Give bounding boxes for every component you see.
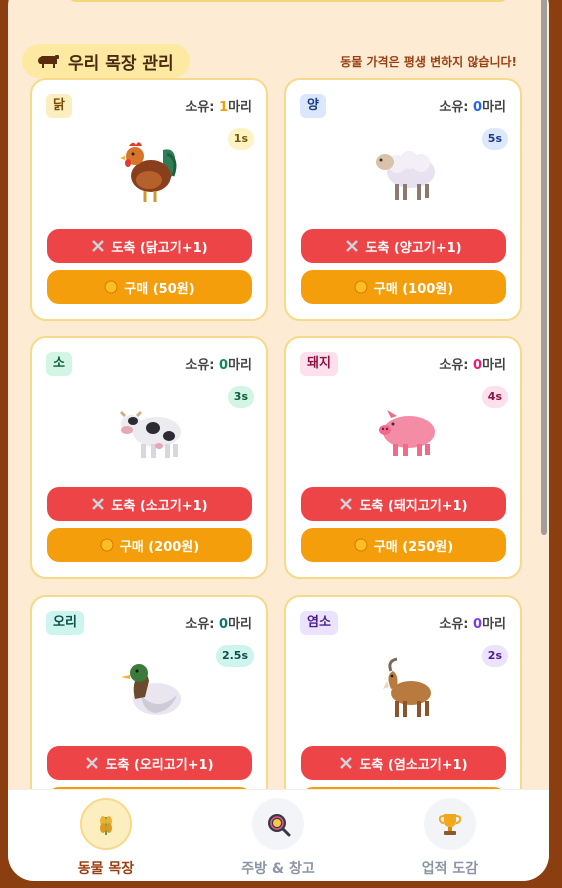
owned-count: 소유: 1마리 <box>185 96 252 115</box>
frying-pan-icon <box>268 814 291 837</box>
slaughter-button[interactable]: 도축 (소고기+1) <box>47 487 252 521</box>
coin-icon <box>104 280 118 294</box>
crossed-swords-icon <box>92 240 105 252</box>
crossed-swords-icon <box>340 757 353 769</box>
pig-icon <box>379 410 435 456</box>
duck-icon <box>121 664 181 715</box>
animal-name-badge: 염소 <box>300 611 338 635</box>
owned-number: 0 <box>219 358 229 373</box>
production-timer: 2.5s <box>215 645 254 667</box>
slaughter-label: 도축 (양고기+1) <box>365 240 462 256</box>
animal-name-badge: 닭 <box>46 94 72 118</box>
owned-suffix: 마리 <box>228 100 252 115</box>
owned-suffix: 마리 <box>482 617 506 632</box>
owned-count: 소유: 0마리 <box>439 354 506 373</box>
owned-suffix: 마리 <box>482 100 506 115</box>
sheep-icon <box>376 151 435 200</box>
owned-suffix: 마리 <box>228 358 252 373</box>
buy-label: 구매 (50원) <box>124 281 195 297</box>
slaughter-button[interactable]: 도축 (돼지고기+1) <box>301 487 506 521</box>
production-timer: 3s <box>227 386 254 408</box>
animal-name-badge: 돼지 <box>300 352 338 376</box>
owned-number: 0 <box>219 617 229 632</box>
crossed-swords-icon <box>340 498 353 510</box>
production-timer: 2s <box>481 645 508 667</box>
bottom-nav: 동물 목장 주방 & 창고 업적 도감 <box>8 789 549 881</box>
owned-count: 소유: 0마리 <box>185 613 252 632</box>
buy-label: 구매 (100원) <box>373 281 454 297</box>
trophy-icon <box>438 814 462 835</box>
price-notice: 동물 가격은 평생 변하지 않습니다! <box>340 54 517 69</box>
slaughter-button[interactable]: 도축 (오리고기+1) <box>47 746 252 780</box>
slaughter-label: 도축 (닭고기+1) <box>111 240 208 256</box>
crossed-swords-icon <box>86 757 99 769</box>
nav-icon-circle <box>424 798 476 850</box>
nav-icon-circle <box>80 798 132 850</box>
owned-number: 0 <box>473 617 483 632</box>
coin-icon <box>354 280 368 294</box>
animal-name-badge: 양 <box>300 94 326 118</box>
owned-prefix: 소유: <box>185 617 220 632</box>
coin-icon <box>354 538 368 552</box>
buy-button[interactable]: 구매 (200원) <box>47 528 252 562</box>
owned-number: 0 <box>473 100 483 115</box>
buy-button[interactable]: 구매 (100원) <box>301 270 506 304</box>
owned-prefix: 소유: <box>439 617 474 632</box>
slaughter-button[interactable]: 도축 (닭고기+1) <box>47 229 252 263</box>
cow-icon <box>119 410 181 458</box>
animal-card-sheep: 양 소유: 0마리 5s 도축 (양고기+1) 구매 (100원) <box>284 78 522 321</box>
owned-prefix: 소유: <box>185 100 220 115</box>
production-timer: 4s <box>481 386 508 408</box>
rooster-icon <box>120 142 177 202</box>
animal-name-badge: 소 <box>46 352 72 376</box>
nav-item-kitchen[interactable]: 주방 & 창고 <box>218 798 338 878</box>
previous-panel-edge <box>68 0 508 2</box>
owned-number: 0 <box>473 358 483 373</box>
nav-item-farm[interactable]: 동물 목장 <box>46 798 166 878</box>
goat-icon <box>383 657 431 717</box>
section-header: 우리 목장 관리 동물 가격은 평생 변하지 않습니다! <box>22 42 517 80</box>
animal-card-chicken: 닭 소유: 1마리 1s 도축 (닭고기+1) 구매 (50원) <box>30 78 268 321</box>
nav-item-achievements[interactable]: 업적 도감 <box>390 798 510 878</box>
buy-button[interactable]: 구매 (50원) <box>47 270 252 304</box>
nav-label-achievements: 업적 도감 <box>421 861 479 877</box>
owned-suffix: 마리 <box>482 358 506 373</box>
buy-button[interactable]: 구매 (250원) <box>301 528 506 562</box>
cow-silhouette-icon <box>38 55 59 68</box>
animal-card-cow: 소 소유: 0마리 3s 도축 (소고기+1) 구매 (200원) <box>30 336 268 579</box>
slaughter-label: 도축 (돼지고기+1) <box>359 498 468 514</box>
slaughter-button[interactable]: 도축 (양고기+1) <box>301 229 506 263</box>
owned-count: 소유: 0마리 <box>439 613 506 632</box>
animal-card-pig: 돼지 소유: 0마리 4s 도축 (돼지고기+1) 구매 (250원) <box>284 336 522 579</box>
slaughter-button[interactable]: 도축 (염소고기+1) <box>301 746 506 780</box>
production-timer: 5s <box>481 128 508 150</box>
buy-label: 구매 (200원) <box>119 539 200 555</box>
crossed-swords-icon <box>346 240 359 252</box>
buy-label: 구매 (250원) <box>373 539 454 555</box>
slaughter-label: 도축 (소고기+1) <box>111 498 208 514</box>
owned-suffix: 마리 <box>228 617 252 632</box>
nav-label-farm: 동물 목장 <box>77 861 135 877</box>
crossed-swords-icon <box>92 498 105 510</box>
owned-prefix: 소유: <box>185 358 220 373</box>
page-title: 우리 목장 관리 <box>68 53 174 74</box>
wheat-icon <box>100 816 112 835</box>
owned-prefix: 소유: <box>439 358 474 373</box>
slaughter-label: 도축 (오리고기+1) <box>105 757 214 773</box>
nav-label-kitchen: 주방 & 창고 <box>241 861 315 877</box>
production-timer: 1s <box>227 128 254 150</box>
animal-name-badge: 오리 <box>46 611 84 635</box>
owned-count: 소유: 0마리 <box>185 354 252 373</box>
slaughter-label: 도축 (염소고기+1) <box>359 757 468 773</box>
scrollbar[interactable] <box>541 0 547 535</box>
nav-icon-circle <box>252 798 304 850</box>
section-title-pill: 우리 목장 관리 <box>22 44 190 78</box>
owned-count: 소유: 0마리 <box>439 96 506 115</box>
owned-number: 1 <box>219 100 229 115</box>
coin-icon <box>100 538 114 552</box>
owned-prefix: 소유: <box>439 100 474 115</box>
